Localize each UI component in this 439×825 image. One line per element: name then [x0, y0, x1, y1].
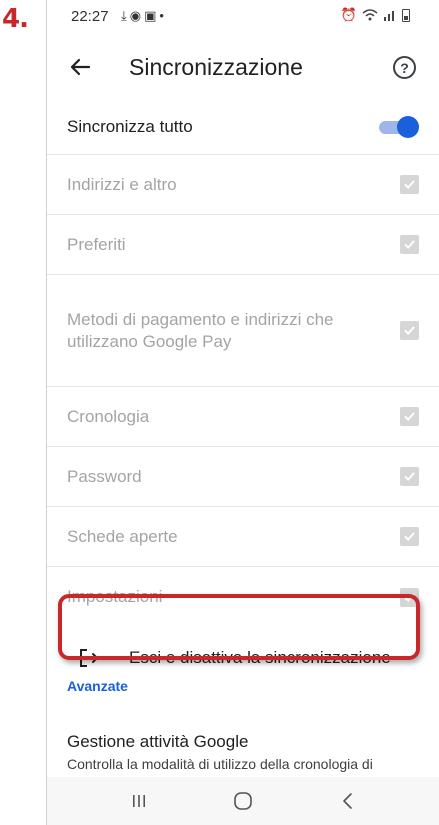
google-activity-description: Controlla la modalità di utilizzo della …: [67, 756, 373, 772]
sync-item-label: Schede aperte: [67, 526, 178, 546]
battery-icon: [402, 8, 410, 22]
advanced-section-header: Avanzate: [67, 678, 128, 694]
arrow-back-icon[interactable]: [65, 52, 95, 82]
download-icon: ⤓: [121, 8, 130, 23]
checkbox[interactable]: [400, 321, 419, 340]
sync-item-label: Preferiti: [67, 234, 126, 254]
sync-item-label: Metodi di pagamento e indirizzi che util…: [67, 309, 334, 351]
toggle-thumb: [397, 116, 419, 138]
check-icon: [404, 472, 415, 481]
sync-all-row[interactable]: Sincronizza tutto: [47, 100, 439, 155]
step-number: 4.: [2, 4, 29, 34]
check-icon: [404, 180, 415, 189]
back-icon[interactable]: [333, 786, 363, 816]
status-bar: 22:27 ⤓◉▣• ⏰: [47, 0, 439, 36]
checkbox[interactable]: [400, 175, 419, 194]
sync-item-passwords[interactable]: Password: [47, 447, 439, 507]
messenger-icon: ◉: [129, 8, 145, 23]
home-icon[interactable]: [228, 786, 258, 816]
help-icon[interactable]: ?: [393, 56, 416, 79]
youtube-icon: ▣: [144, 8, 160, 23]
sync-item-label: Cronologia: [67, 406, 150, 426]
recent-apps-icon[interactable]: [124, 786, 154, 816]
sync-item-addresses[interactable]: Indirizzi e altro: [47, 155, 439, 215]
sync-item-label: Indirizzi e altro: [67, 174, 177, 194]
sync-item-open-tabs[interactable]: Schede aperte: [47, 507, 439, 567]
checkbox[interactable]: [400, 527, 419, 546]
checkbox[interactable]: [400, 235, 419, 254]
sync-all-toggle[interactable]: [379, 116, 419, 138]
sync-item-payments[interactable]: Metodi di pagamento e indirizzi che util…: [47, 275, 439, 387]
signal-icon: [384, 11, 394, 21]
check-icon: [404, 240, 415, 249]
app-bar: Sincronizzazione ?: [47, 36, 439, 100]
page-title: Sincronizzazione: [129, 54, 303, 80]
system-icons: ⏰: [341, 7, 410, 23]
highlight-box: [58, 594, 420, 660]
check-icon: [404, 326, 415, 335]
phone-screen: 22:27 ⤓◉▣• ⏰ Sincronizzazione ? Sincroni…: [46, 0, 439, 825]
notification-icons: ⤓◉▣•: [121, 8, 167, 24]
sync-item-bookmarks[interactable]: Preferiti: [47, 215, 439, 275]
check-icon: [404, 532, 415, 541]
checkbox[interactable]: [400, 467, 419, 486]
check-icon: [404, 412, 415, 421]
google-activity-title[interactable]: Gestione attività Google: [67, 732, 248, 752]
checkbox[interactable]: [400, 407, 419, 426]
sync-all-label: Sincronizza tutto: [67, 117, 193, 136]
alarm-icon: ⏰: [340, 7, 357, 22]
dot-icon: •: [159, 8, 167, 23]
navigation-bar: [47, 777, 439, 825]
sync-item-label: Password: [67, 466, 142, 486]
sync-item-history[interactable]: Cronologia: [47, 387, 439, 447]
status-time: 22:27: [71, 8, 109, 25]
wifi-icon: [362, 9, 378, 21]
